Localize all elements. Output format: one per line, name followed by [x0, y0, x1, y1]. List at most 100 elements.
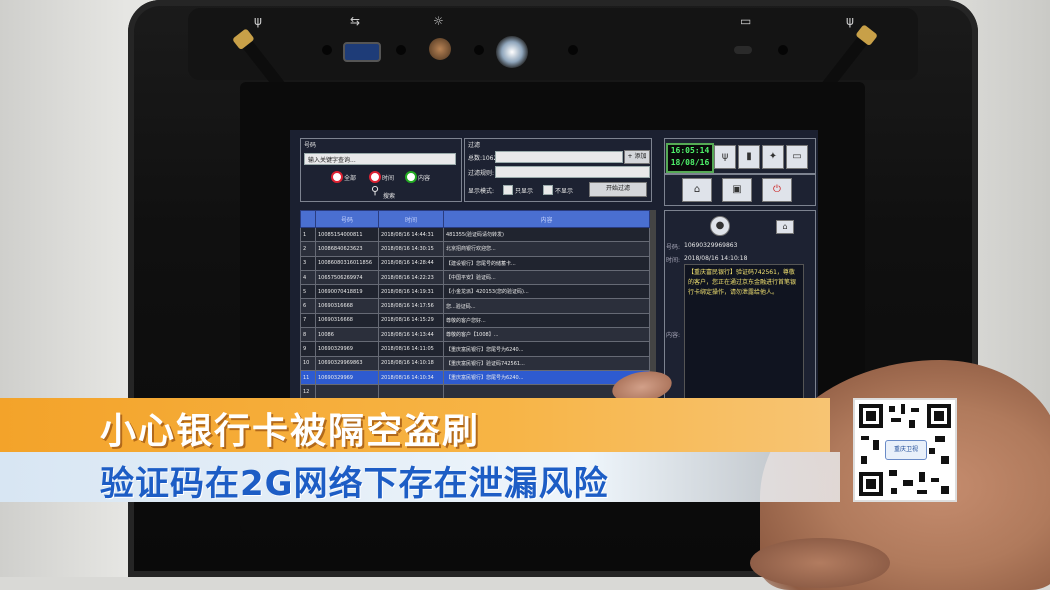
row-index: 8 — [300, 327, 316, 343]
radio-all-label: 全部 — [344, 175, 357, 182]
search-button-label: 搜索 — [383, 193, 396, 200]
row-content: 尊敬的客户【1008】... — [443, 327, 650, 343]
col-content: 内容 — [443, 210, 650, 228]
search-icon[interactable]: ⚲ — [371, 184, 379, 197]
col-number: 号码 — [315, 210, 379, 228]
row-index: 4 — [300, 269, 316, 286]
row-content: 481355(验证码请勿转发) — [443, 226, 650, 243]
detail-content-box[interactable]: 【重庆富民银行】验证码742561，尊敬的客户，您正在通过京东金融进行首笔银行卡… — [684, 264, 804, 406]
table-row[interactable]: 5 10690070418819 2018/08/16 14:19:31 【小金龙派】… — [300, 284, 650, 300]
row-time: 2018/08/16 14:30:15 — [378, 241, 444, 257]
row-time: 2018/08/16 14:10:18 — [378, 355, 444, 371]
detail-number-label: 号码: — [666, 244, 681, 251]
usb-icon: ⇆ — [350, 14, 361, 28]
table-row[interactable]: 8 10086 2018/08/16 14:13:44 尊敬的客户【1008】... — [300, 327, 650, 343]
radio-content[interactable] — [405, 171, 417, 183]
row-time: 2018/08/16 14:28:44 — [378, 255, 444, 271]
radio-time[interactable] — [369, 171, 381, 183]
row-number: 10690316668 — [315, 298, 379, 314]
col-time: 时间 — [378, 210, 444, 228]
table-row[interactable]: 3 10086080316011856 2018/08/16 14:28:44 【建设… — [300, 255, 650, 271]
detail-content: 【重庆富民银行】验证码742561，尊敬的客户，您正在通过京东金融进行首笔银行卡… — [688, 269, 797, 296]
qr-code[interactable]: 重庆卫视 — [853, 398, 957, 502]
row-number: 10690329969863 — [315, 355, 379, 371]
row-time: 2018/08/16 14:11:05 — [378, 341, 444, 357]
apply-filter-button[interactable]: 开始过滤 — [589, 182, 647, 197]
headline-text: 小心银行卡被隔空盗刷 — [100, 411, 481, 452]
usb-port — [343, 42, 381, 62]
row-index: 11 — [300, 369, 316, 386]
row-number — [315, 384, 379, 400]
table-row[interactable]: 9 10690329969 2018/08/16 14:11:05 【重庆富民银行】您… — [300, 341, 650, 357]
clock-date: 18/08/16 — [670, 158, 710, 167]
device-icon[interactable]: ▣ — [722, 178, 752, 202]
row-index: 9 — [300, 341, 316, 357]
row-number: 10690329969 — [315, 341, 379, 357]
row-index: 2 — [300, 241, 316, 257]
filter-rule-label: 过滤规则: — [468, 170, 495, 177]
export-icon[interactable]: ⌂ — [776, 220, 794, 234]
row-index: 5 — [300, 284, 316, 300]
row-index: 3 — [300, 255, 316, 271]
table-row[interactable]: 1 10085154000811 2018/08/16 14:44:31 481355… — [300, 226, 650, 243]
qr-logo-badge: 重庆卫视 — [885, 440, 927, 460]
table-row[interactable]: 7 10690316668 2018/08/16 14:15:29 尊敬的客户您好..… — [300, 312, 650, 329]
filter-rule-select[interactable] — [495, 166, 650, 178]
power-icon[interactable]: ⏻ — [762, 178, 792, 202]
filter-panel-title: 过滤 — [468, 142, 481, 149]
subheadline-banner: 验证码在2G网络下存在泄漏风险 — [0, 452, 840, 504]
row-content: 【小金龙派】420153(您的验证码)... — [443, 284, 650, 300]
thumb — [750, 538, 890, 588]
filter-input[interactable] — [495, 151, 623, 163]
table-row[interactable]: 4 10657506269974 2018/08/16 14:22:23 【中国平安】… — [300, 269, 650, 286]
camera-lens — [496, 36, 528, 68]
subheadline-text: 验证码在2G网络下存在泄漏风险 — [100, 464, 609, 504]
home-icon[interactable]: ⌂ — [682, 178, 712, 202]
detail-time-label: 时间: — [666, 257, 681, 264]
sms-table: 号码 时间 内容 1 10085154000811 2018/08/16 14:44… — [300, 210, 650, 412]
row-content: 北京招商银行欢迎您... — [443, 241, 650, 257]
row-number: 10690316668 — [315, 312, 379, 329]
row-index: 1 — [300, 226, 316, 243]
table-row[interactable]: 12 — [300, 384, 650, 400]
headline-banner: 小心银行卡被隔空盗刷 — [0, 398, 830, 452]
radio-content-label: 内容 — [418, 175, 431, 182]
row-time: 2018/08/16 14:44:31 — [378, 226, 444, 243]
port-icon: ▭ — [740, 14, 752, 28]
screw-hole — [396, 45, 406, 55]
row-content: 【建设银行】您尾号的储蓄卡... — [443, 255, 650, 271]
battery-icon: ▭ — [786, 145, 808, 169]
row-content: 您...验证码... — [443, 298, 650, 314]
screw-hole — [778, 45, 788, 55]
row-index: 10 — [300, 355, 316, 371]
row-time: 2018/08/16 14:13:44 — [378, 327, 444, 343]
table-row[interactable]: 11 10690329969 2018/08/16 14:10:34 【重庆富民银行】… — [300, 369, 650, 386]
table-row[interactable]: 10 10690329969863 2018/08/16 14:10:18 【重庆富民… — [300, 355, 650, 371]
screw-hole — [568, 45, 578, 55]
search-input[interactable]: 输入关键字查询... — [304, 153, 456, 165]
table-row[interactable]: 2 10086840623623 2018/08/16 14:30:15 北京招商银行… — [300, 241, 650, 257]
hide-checkbox[interactable] — [543, 185, 553, 195]
row-content: 尊敬的客户您好... — [443, 312, 650, 329]
row-number: 10086840623623 — [315, 241, 379, 257]
detail-content-label: 内容: — [666, 332, 681, 339]
row-time: 2018/08/16 14:19:31 — [378, 284, 444, 300]
radio-all[interactable] — [331, 171, 343, 183]
filter-panel: 过滤 总数:1062 + 添加 过滤规则: 显示模式: 只显示 不显示 开始过滤 — [464, 138, 652, 202]
settings-icon[interactable]: ✦ — [762, 145, 784, 169]
row-content: 【重庆富民银行】验证码742561... — [443, 355, 650, 371]
antenna-icon: ψ — [254, 14, 262, 28]
table-row[interactable]: 6 10690316668 2018/08/16 14:17:56 您...验证码..… — [300, 298, 650, 314]
row-number: 10085154000811 — [315, 226, 379, 243]
person-icon: ● — [710, 216, 730, 236]
row-time: 2018/08/16 14:15:29 — [378, 312, 444, 329]
col-index — [300, 210, 316, 228]
table-scrollbar[interactable] — [650, 210, 656, 390]
add-filter-button[interactable]: + 添加 — [624, 150, 650, 164]
row-number: 10657506269974 — [315, 269, 379, 286]
row-index: 7 — [300, 312, 316, 329]
row-content: 【中国平安】验证码... — [443, 269, 650, 286]
total-count: 总数:1062 — [468, 155, 498, 162]
row-time: 2018/08/16 14:22:23 — [378, 269, 444, 286]
show-only-checkbox[interactable] — [503, 185, 513, 195]
